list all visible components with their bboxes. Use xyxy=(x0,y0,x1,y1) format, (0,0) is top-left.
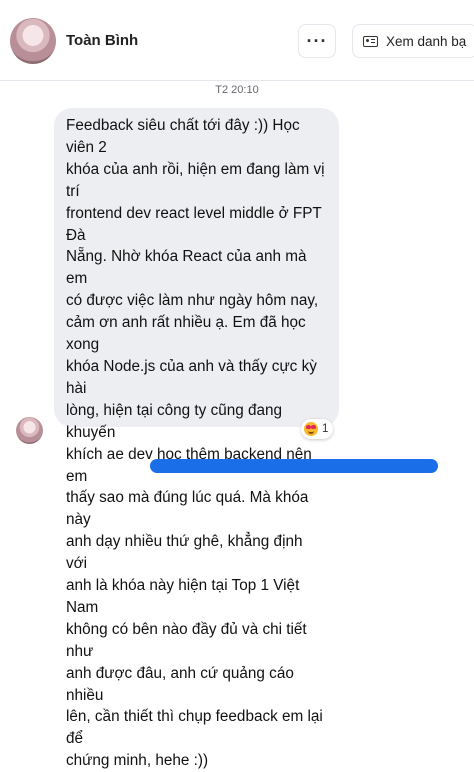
message-line: thấy sao mà đúng lúc quá. Mà khóa này xyxy=(66,489,309,529)
contact-avatar[interactable] xyxy=(10,18,56,64)
message-line: Nẵng. Nhờ khóa React của anh mà em xyxy=(66,248,307,288)
view-profile-label: Xem danh bạ xyxy=(386,33,467,49)
more-dots-icon: ··· xyxy=(306,30,328,51)
sender-avatar[interactable] xyxy=(16,417,43,444)
message-line: frontend dev react level middle ở FPT Đà xyxy=(66,204,322,244)
message-reaction[interactable]: 1 xyxy=(301,419,334,439)
message-line: anh là khóa này hiện tại Top 1 Việt Nam xyxy=(66,577,300,616)
message-line: cảm ơn anh rất nhiều ạ. Em đã học xong xyxy=(66,314,306,354)
message-bubble[interactable]: Feedback siêu chất tới đây :)) Học viên … xyxy=(54,108,339,769)
message-line: khóa Node.js của anh và thấy cực kỳ hài xyxy=(66,357,317,397)
message-line: có được việc làm như ngày hôm nay, xyxy=(66,292,319,310)
outgoing-message-bubble[interactable] xyxy=(150,459,438,473)
more-options-button[interactable]: ··· xyxy=(298,24,336,58)
message-line: khóa của anh rồi, hiện em đang làm vị tr… xyxy=(66,160,325,200)
message-line: lòng, hiện tại công ty cũng đang khuyến xyxy=(66,401,283,441)
message-line: Feedback siêu chất tới đây :)) Học viên … xyxy=(66,117,300,156)
message-line: chứng minh, hehe :)) xyxy=(66,752,209,770)
message-timestamp: T2 20:10 xyxy=(215,84,259,96)
conversation-header: Toàn Bình ··· Xem danh bạ xyxy=(0,0,474,81)
message-line: anh dạy nhiều thứ ghê, khẳng định với xyxy=(66,533,303,573)
message-line: không có bên nào đầy đủ và chi tiết như xyxy=(66,620,307,660)
message-line: lên, cần thiết thì chụp feedback em lại … xyxy=(66,708,323,748)
contact-card-icon xyxy=(363,35,378,47)
heart-eyes-emoji-icon xyxy=(304,422,318,436)
message-line: anh được đâu, anh cứ quảng cáo nhiều xyxy=(66,664,294,704)
contact-name[interactable]: Toàn Bình xyxy=(66,32,138,49)
view-profile-button[interactable]: Xem danh bạ xyxy=(352,24,474,58)
reaction-count: 1 xyxy=(322,423,329,435)
